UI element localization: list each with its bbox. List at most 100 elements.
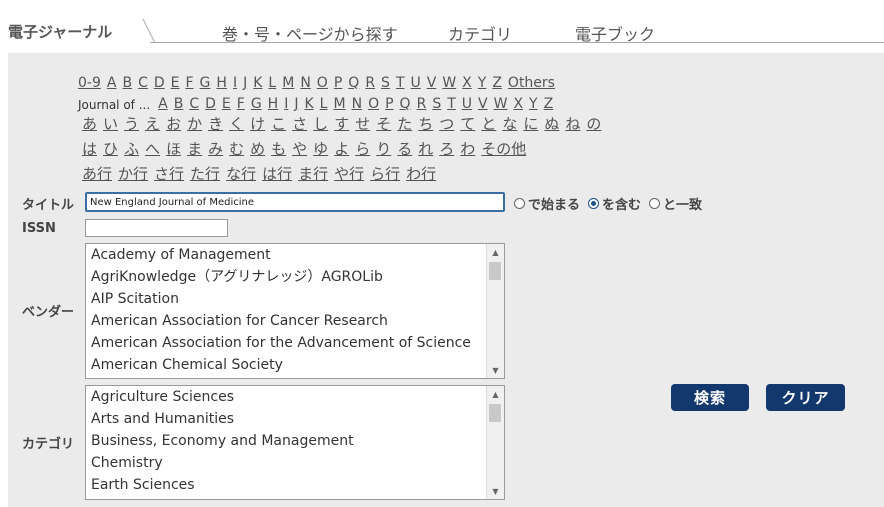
journal-of-link-10[interactable]: K — [304, 96, 313, 112]
index-link-latin-26[interactable]: Z — [492, 75, 502, 91]
kana-link-b-9[interactable]: も — [271, 138, 286, 159]
radio-exact-match[interactable]: と一致 — [649, 194, 702, 213]
kana-link-a-5[interactable]: か — [187, 113, 202, 134]
tab-volume-issue-page[interactable]: 巻・号・ページから探す — [222, 21, 398, 45]
vendor-option[interactable]: American Association for the Advancement… — [86, 332, 504, 354]
radio-starts-with[interactable]: で始まる — [514, 194, 580, 213]
kana-link-a-1[interactable]: い — [103, 113, 118, 134]
vendor-option[interactable]: AIP Scitation — [86, 288, 504, 310]
index-link-latin-10[interactable]: J — [243, 75, 247, 91]
kana-link-b-5[interactable]: ま — [187, 138, 202, 159]
index-link-latin-7[interactable]: G — [200, 75, 211, 91]
journal-of-link-0[interactable]: A — [158, 96, 168, 112]
journal-of-link-14[interactable]: O — [368, 96, 379, 112]
journal-of-link-8[interactable]: I — [284, 96, 288, 112]
index-link-latin-5[interactable]: E — [171, 75, 180, 91]
kana-link-a-15[interactable]: た — [397, 113, 412, 134]
scroll-down-icon[interactable]: ▼ — [487, 483, 504, 499]
index-link-latin-22[interactable]: V — [427, 75, 437, 91]
index-link-latin-4[interactable]: D — [154, 75, 165, 91]
kana-gyou-link-1[interactable]: か行 — [118, 163, 148, 184]
index-link-latin-1[interactable]: A — [107, 75, 117, 91]
journal-of-link-4[interactable]: E — [222, 96, 231, 112]
index-link-latin-11[interactable]: K — [253, 75, 262, 91]
kana-link-b-2[interactable]: ふ — [124, 138, 139, 159]
index-link-latin-9[interactable]: I — [233, 75, 237, 91]
tab-ejournal[interactable]: 電子ジャーナル — [8, 21, 112, 42]
kana-link-b-3[interactable]: へ — [145, 138, 160, 159]
category-option[interactable]: Agriculture Sciences — [86, 386, 504, 408]
vendor-option[interactable]: AgriKnowledge（アグリナレッジ）AGROLib — [86, 266, 504, 288]
kana-link-a-3[interactable]: え — [145, 113, 160, 134]
journal-of-link-3[interactable]: D — [205, 96, 216, 112]
journal-of-link-17[interactable]: R — [417, 96, 427, 112]
kana-link-b-14[interactable]: り — [376, 138, 391, 159]
kana-link-b-16[interactable]: れ — [418, 138, 433, 159]
index-link-latin-27[interactable]: Others — [508, 75, 555, 91]
journal-of-link-21[interactable]: V — [478, 96, 488, 112]
kana-link-a-9[interactable]: こ — [271, 113, 286, 134]
kana-link-b-12[interactable]: よ — [334, 138, 349, 159]
kana-link-a-16[interactable]: ち — [418, 113, 433, 134]
kana-gyou-link-8[interactable]: ら行 — [370, 163, 400, 184]
kana-link-a-18[interactable]: て — [460, 113, 475, 134]
index-link-latin-3[interactable]: C — [138, 75, 148, 91]
journal-of-link-5[interactable]: F — [237, 96, 245, 112]
category-listbox[interactable]: Agriculture Sciences Arts and Humanities B… — [85, 385, 505, 500]
kana-link-a-12[interactable]: す — [334, 113, 349, 134]
kana-link-b-6[interactable]: み — [208, 138, 223, 159]
kana-link-a-4[interactable]: お — [166, 113, 181, 134]
kana-link-b-1[interactable]: ひ — [103, 138, 118, 159]
scroll-thumb[interactable] — [489, 404, 501, 422]
index-link-latin-0[interactable]: 0-9 — [78, 75, 101, 91]
kana-link-a-23[interactable]: ね — [565, 113, 580, 134]
kana-link-a-8[interactable]: け — [250, 113, 265, 134]
kana-link-b-18[interactable]: わ — [460, 138, 475, 159]
kana-link-a-11[interactable]: し — [313, 113, 328, 134]
radio-contains[interactable]: を含む — [588, 194, 641, 213]
tab-category[interactable]: カテゴリ — [448, 21, 512, 45]
index-link-latin-6[interactable]: F — [185, 75, 193, 91]
index-link-latin-17[interactable]: Q — [348, 75, 359, 91]
category-option[interactable]: Business, Economy and Management — [86, 430, 504, 452]
category-option[interactable]: Arts and Humanities — [86, 408, 504, 430]
kana-link-a-19[interactable]: と — [481, 113, 496, 134]
kana-link-a-21[interactable]: に — [523, 113, 538, 134]
journal-of-link-23[interactable]: X — [513, 96, 523, 112]
kana-link-b-7[interactable]: む — [229, 138, 244, 159]
kana-gyou-link-3[interactable]: た行 — [190, 163, 220, 184]
kana-link-a-13[interactable]: せ — [355, 113, 370, 134]
vendor-scrollbar[interactable]: ▲ ▼ — [486, 244, 504, 378]
kana-gyou-link-4[interactable]: な行 — [226, 163, 256, 184]
radio-exact-match-indicator[interactable] — [649, 198, 661, 209]
kana-gyou-link-9[interactable]: わ行 — [406, 163, 436, 184]
category-option[interactable]: Chemistry — [86, 452, 504, 474]
index-link-latin-2[interactable]: B — [122, 75, 132, 91]
kana-link-a-0[interactable]: あ — [82, 113, 97, 134]
kana-link-a-17[interactable]: つ — [439, 113, 454, 134]
kana-link-a-14[interactable]: そ — [376, 113, 391, 134]
vendor-option[interactable]: Academy of Management — [86, 244, 504, 266]
journal-of-link-13[interactable]: N — [352, 96, 362, 112]
kana-link-a-10[interactable]: さ — [292, 113, 307, 134]
index-link-latin-13[interactable]: M — [282, 75, 294, 91]
kana-link-b-8[interactable]: め — [250, 138, 265, 159]
kana-gyou-link-2[interactable]: さ行 — [154, 163, 184, 184]
kana-link-a-6[interactable]: き — [208, 113, 223, 134]
scroll-up-icon[interactable]: ▲ — [487, 386, 504, 402]
journal-of-link-11[interactable]: L — [320, 96, 328, 112]
journal-of-link-15[interactable]: P — [385, 96, 393, 112]
scroll-up-icon[interactable]: ▲ — [487, 244, 504, 260]
issn-input[interactable] — [85, 219, 228, 237]
index-link-latin-15[interactable]: O — [317, 75, 328, 91]
kana-link-a-7[interactable]: く — [229, 113, 244, 134]
category-scrollbar[interactable]: ▲ ▼ — [486, 386, 504, 499]
kana-link-b-13[interactable]: ら — [355, 138, 370, 159]
journal-of-link-24[interactable]: Y — [529, 96, 538, 112]
index-link-latin-8[interactable]: H — [216, 75, 227, 91]
kana-link-b-4[interactable]: ほ — [166, 138, 181, 159]
journal-of-link-6[interactable]: G — [251, 96, 262, 112]
journal-of-link-20[interactable]: U — [462, 96, 472, 112]
radio-contains-indicator[interactable] — [588, 198, 600, 209]
kana-link-a-22[interactable]: ぬ — [544, 113, 559, 134]
